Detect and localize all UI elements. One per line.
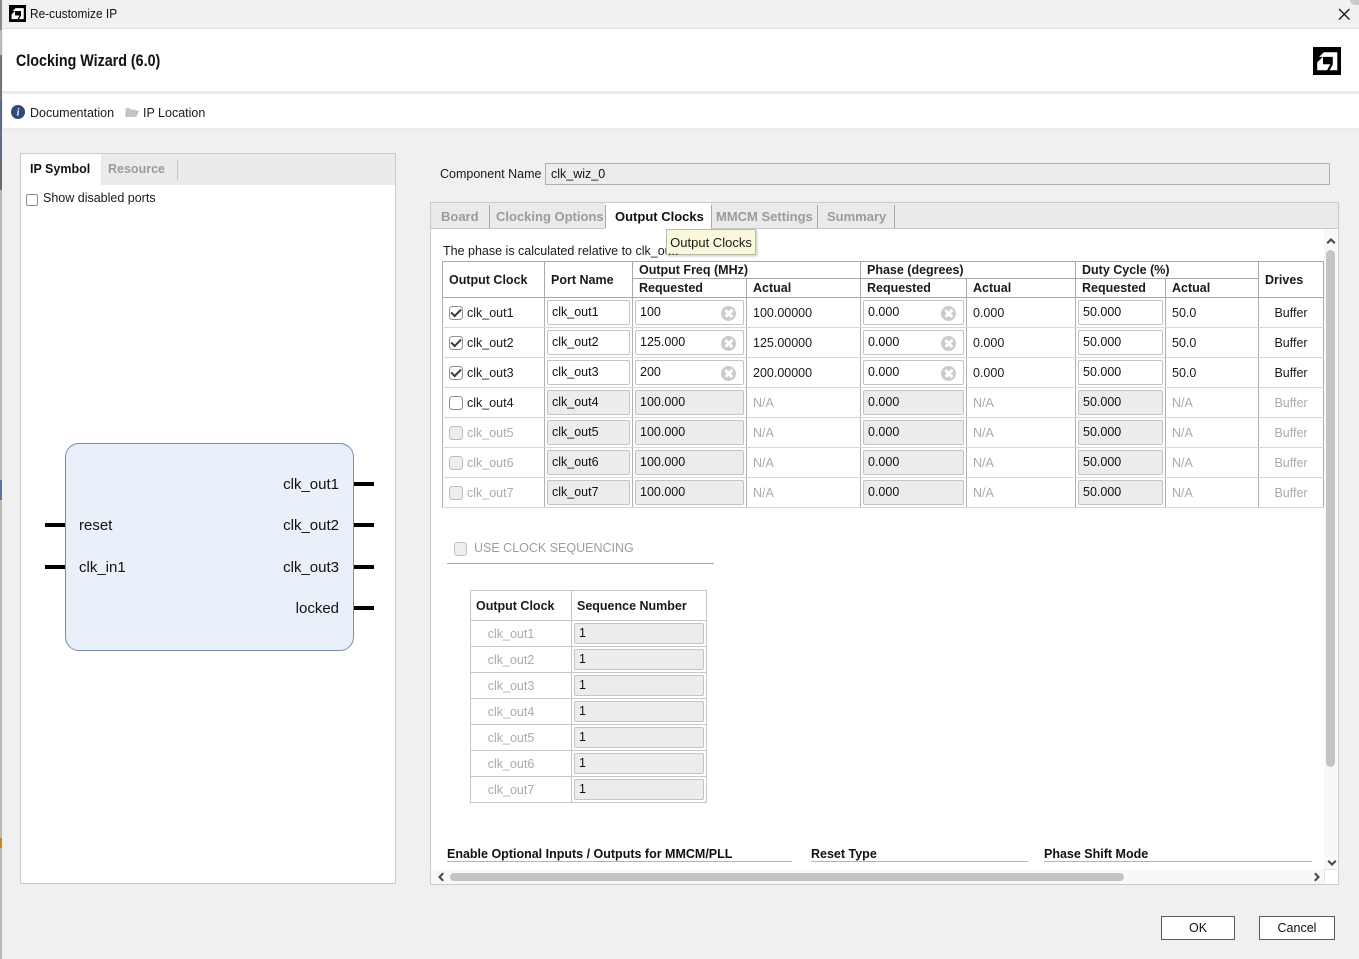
svg-text:i: i bbox=[17, 108, 20, 119]
